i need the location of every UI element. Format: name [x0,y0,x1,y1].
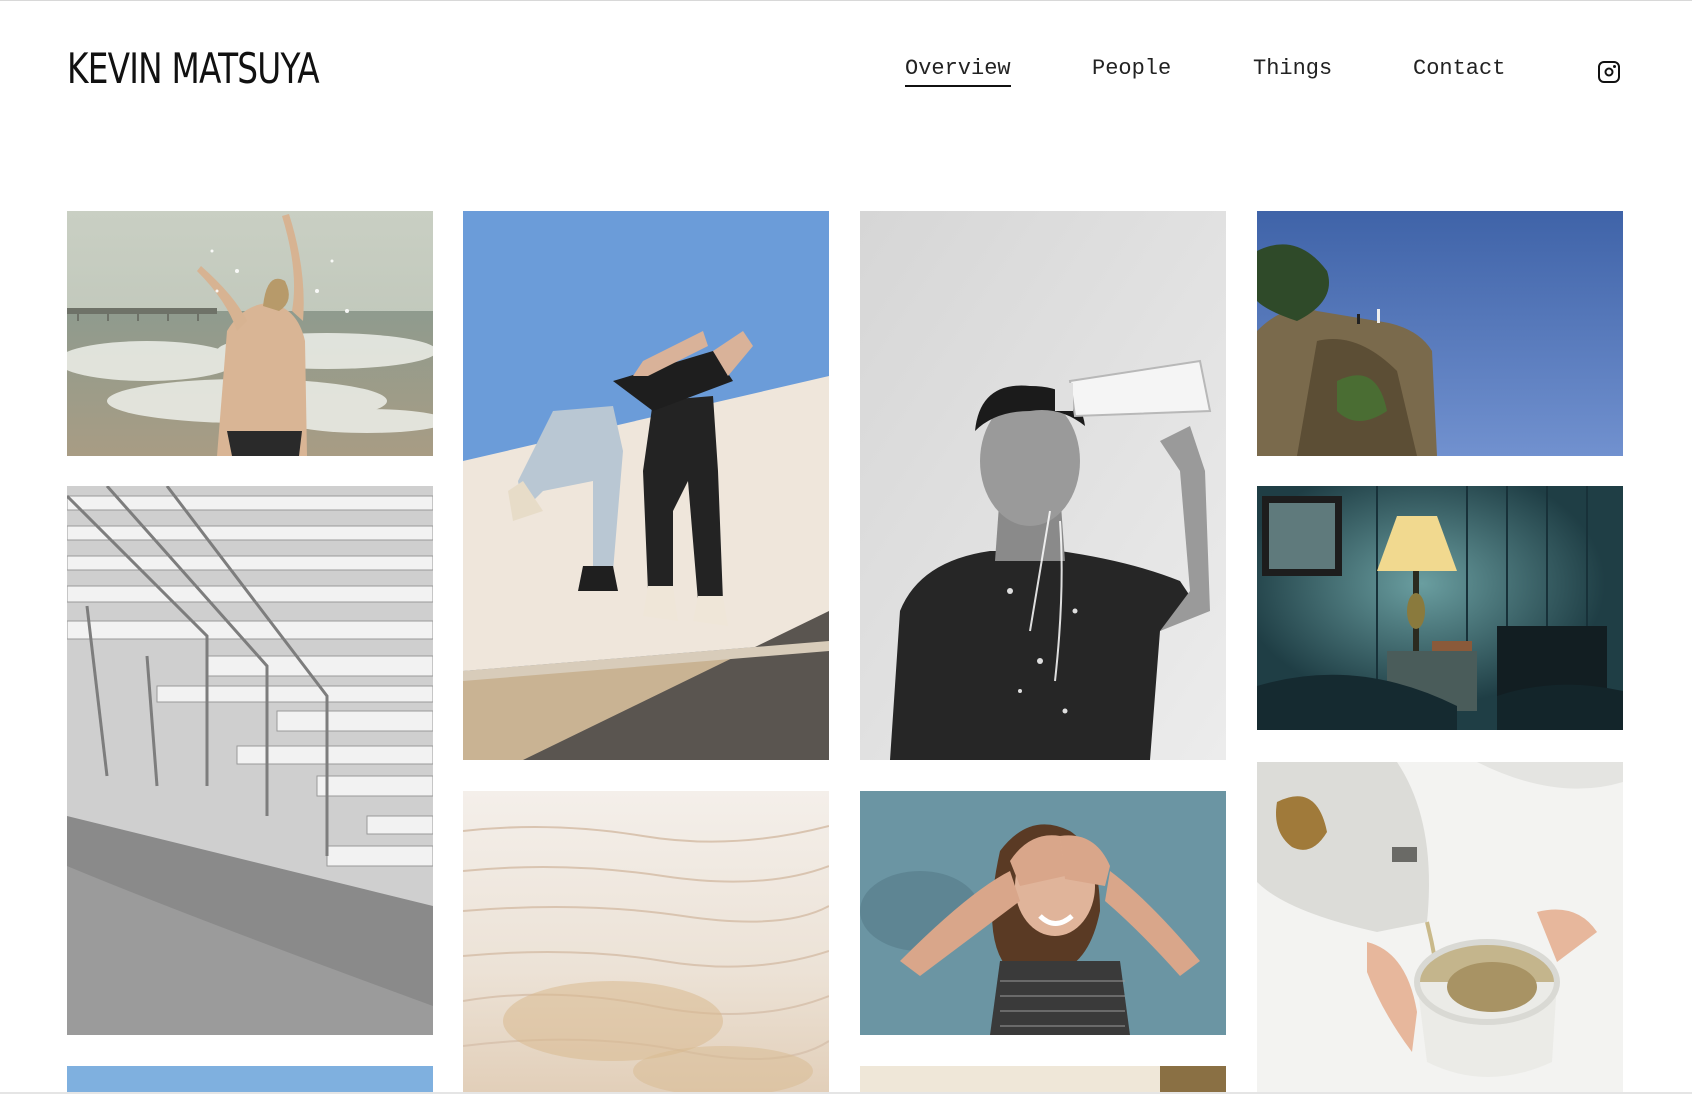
photo-lamp-room[interactable] [1257,486,1623,730]
photo-wall-climb[interactable] [463,211,829,760]
photo-laughing-woman[interactable] [860,791,1226,1035]
instagram-lens [1604,67,1614,77]
nav-item-contact[interactable]: Contact [1413,56,1505,85]
photo-travertine[interactable] [463,791,829,1092]
nav-item-things[interactable]: Things [1253,56,1332,85]
photo-pouring-tea[interactable] [1257,762,1623,1092]
photo-water-bottle-portrait[interactable] [860,211,1226,760]
photo-beach-splash[interactable] [67,211,433,456]
instagram-icon[interactable] [1598,61,1620,83]
nav-item-people[interactable]: People [1092,56,1171,85]
photo-sky-partial[interactable] [67,1066,433,1092]
photo-partial-bottom[interactable] [860,1066,1226,1092]
instagram-dot [1613,65,1616,68]
main-nav: Overview People Things Contact [0,56,1692,96]
photo-cliff[interactable] [1257,211,1623,456]
page: KEVIN MATSUYA Overview People Things Con… [0,0,1692,1094]
header: KEVIN MATSUYA Overview People Things Con… [0,0,1692,150]
photo-bleachers[interactable] [67,486,433,1035]
nav-item-overview[interactable]: Overview [905,56,1011,87]
